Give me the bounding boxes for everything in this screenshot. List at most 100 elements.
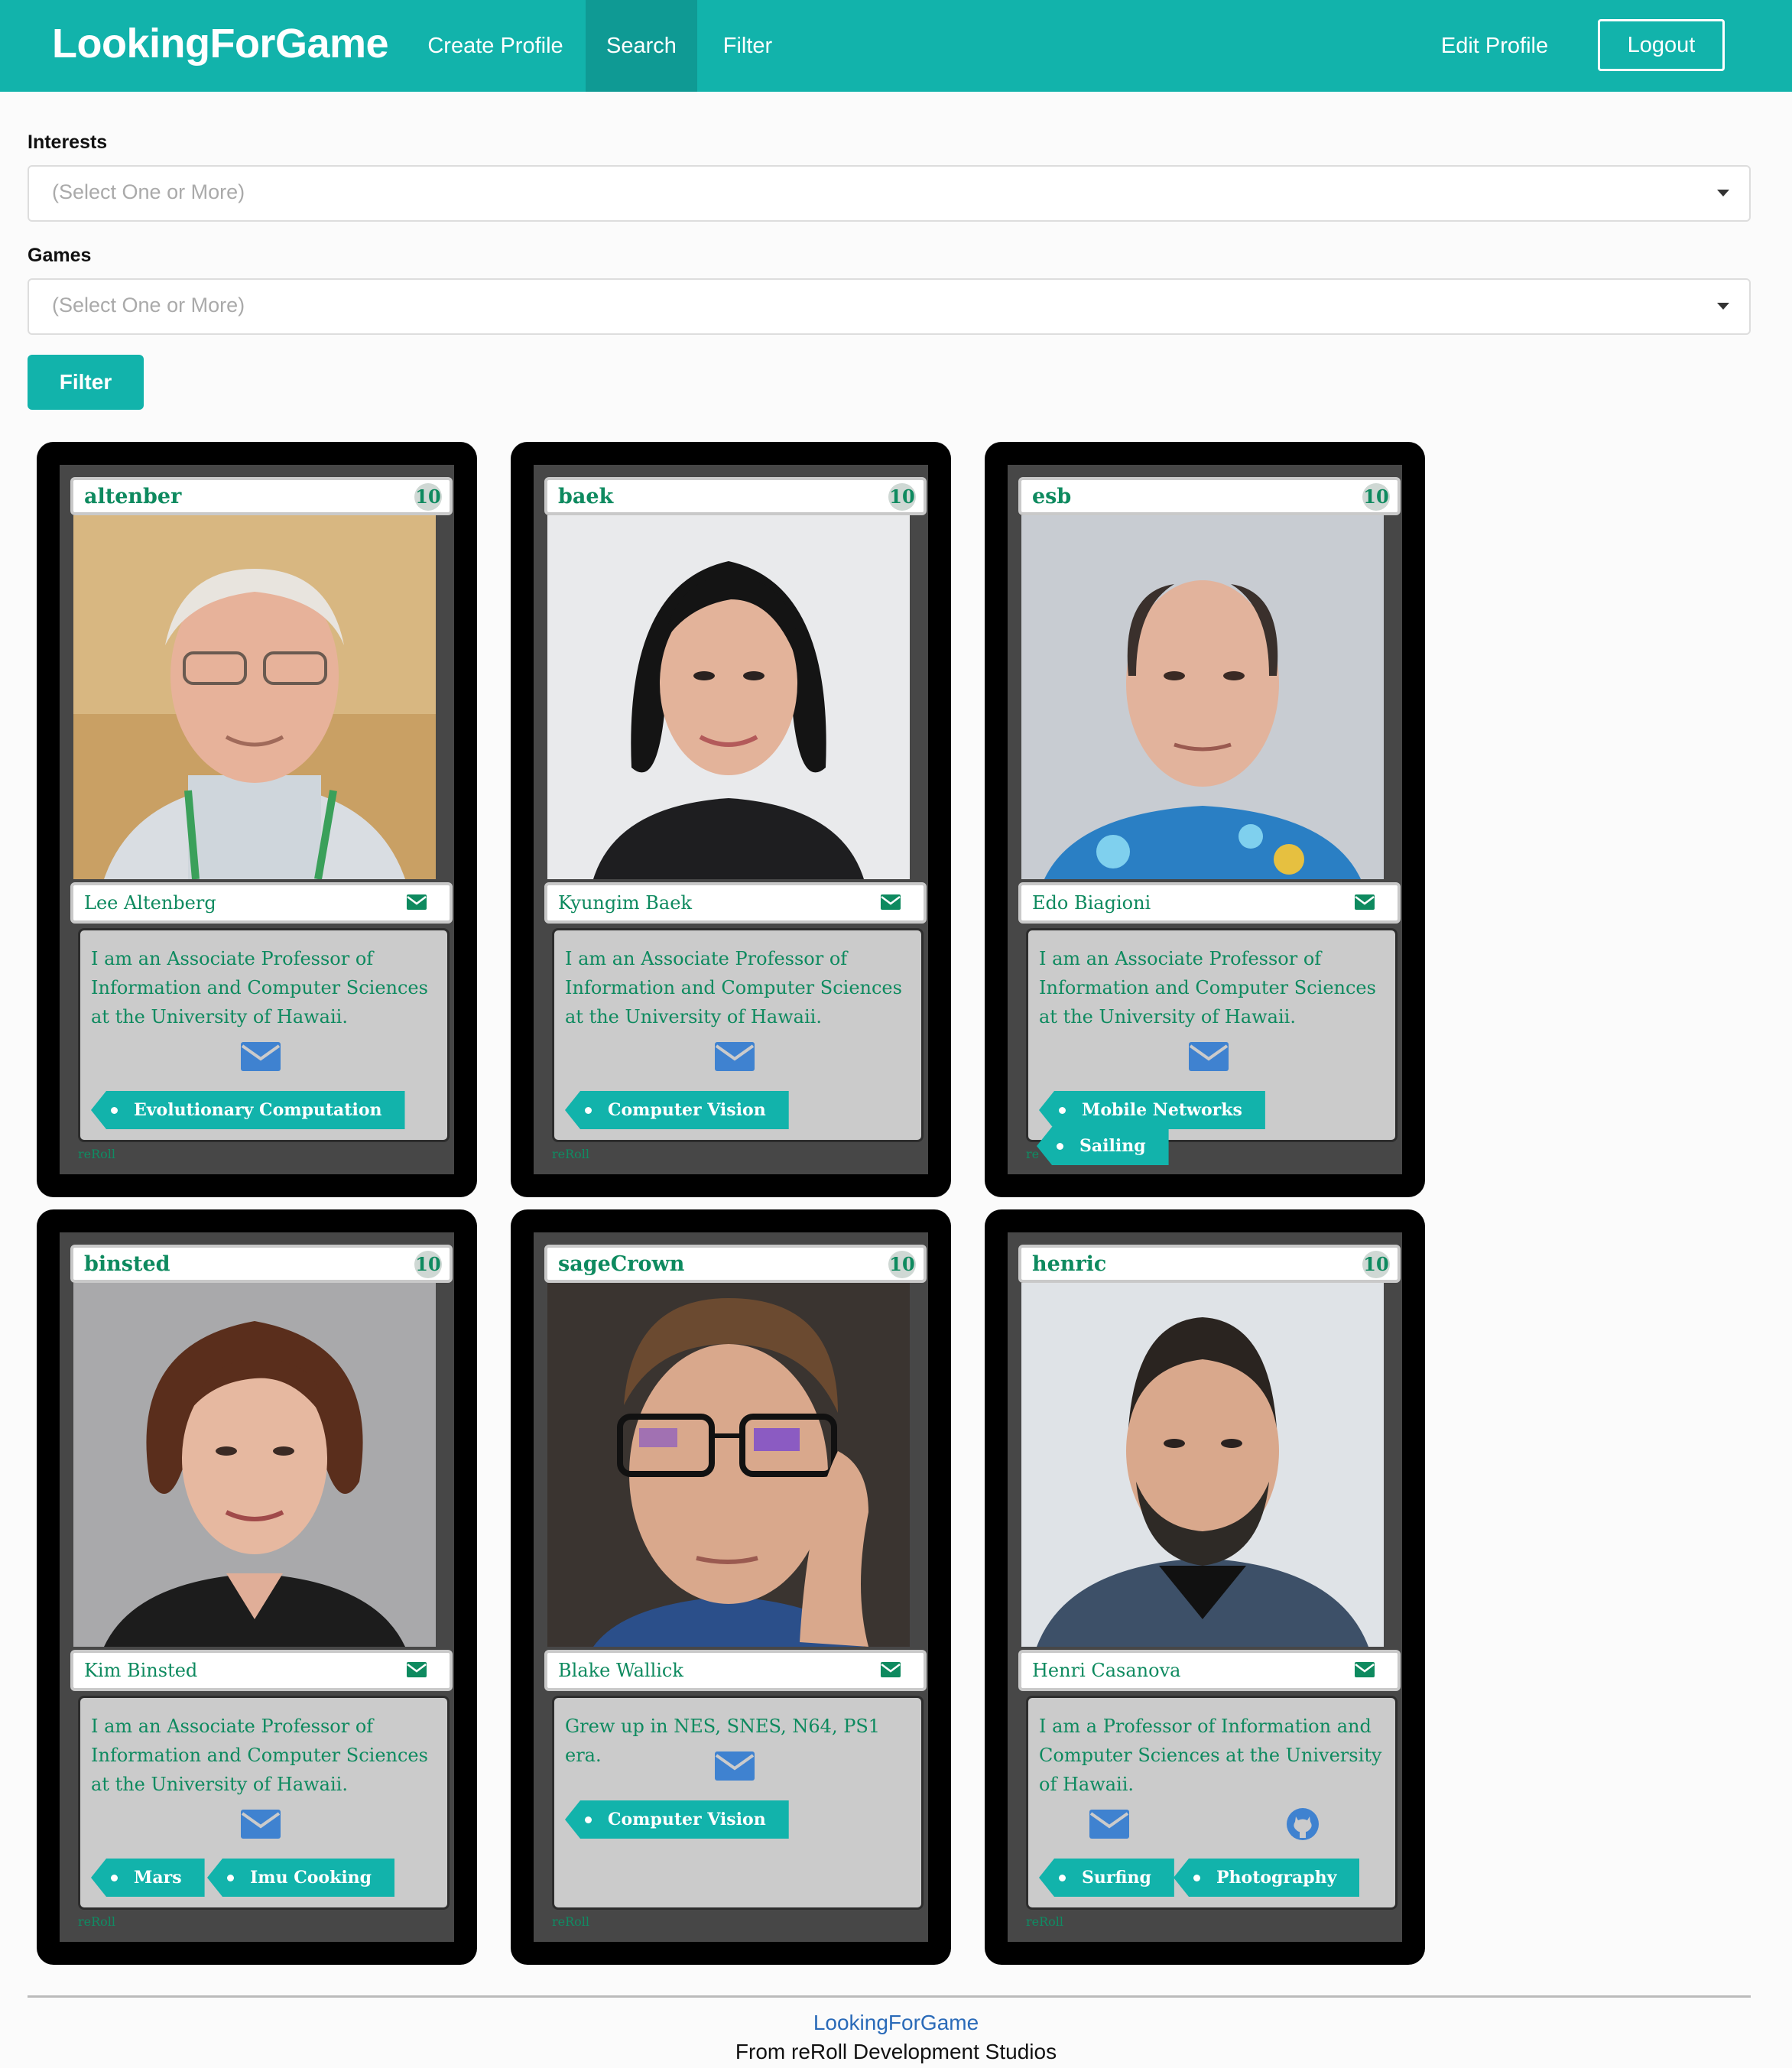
interest-tag[interactable]: Sailing	[1037, 1127, 1169, 1165]
chevron-down-icon	[1717, 303, 1729, 310]
interests-label: Interests	[28, 131, 108, 153]
card-full-name: Edo Biagioni	[1032, 892, 1151, 914]
interest-tag[interactable]: Mars	[91, 1859, 205, 1897]
interest-tag[interactable]: Mobile Networks	[1039, 1091, 1265, 1129]
profile-card: baek 10 Kyungim Baek I am an Associate P…	[511, 442, 951, 1197]
envelope-icon[interactable]	[241, 1042, 281, 1071]
profile-card: binsted 10 Kim Binsted I am an Associate…	[37, 1209, 477, 1965]
envelope-icon[interactable]	[1355, 894, 1375, 910]
envelope-icon[interactable]	[1089, 1810, 1129, 1839]
card-name-bar: Lee Altenberg	[70, 882, 453, 924]
card-level-badge: 10	[1362, 1251, 1390, 1278]
footer-brand-link[interactable]: LookingForGame	[0, 2011, 1792, 2035]
envelope-icon[interactable]	[407, 894, 427, 910]
nav-create-profile[interactable]: Create Profile	[413, 0, 578, 92]
reroll-watermark: reRoll	[1026, 1914, 1064, 1929]
interests-select[interactable]: (Select One or More)	[28, 165, 1751, 222]
card-bio-box: I am a Professor of Information and Comp…	[1026, 1696, 1398, 1910]
filter-button[interactable]: Filter	[28, 355, 144, 410]
card-title-bar: henric 10	[1018, 1245, 1401, 1283]
interest-tag[interactable]: Imu Cooking	[207, 1859, 395, 1897]
interest-tag[interactable]: Photography	[1174, 1859, 1360, 1897]
profile-photo	[73, 1283, 436, 1647]
card-bio-box: I am an Associate Professor of Informati…	[552, 928, 924, 1142]
games-label: Games	[28, 245, 92, 266]
card-level-badge: 10	[888, 1251, 916, 1278]
interest-tag[interactable]: Surfing	[1039, 1859, 1174, 1897]
reroll-watermark: reRoll	[552, 1147, 590, 1161]
card-username: binsted	[84, 1252, 170, 1276]
card-level-badge: 10	[414, 1251, 442, 1278]
card-username: sageCrown	[558, 1252, 685, 1276]
nav-filter[interactable]: Filter	[705, 0, 790, 92]
card-bio-box: Grew up in NES, SNES, N64, PS1 era. Comp…	[552, 1696, 924, 1910]
reroll-watermark: re	[1026, 1147, 1040, 1161]
games-select[interactable]: (Select One or More)	[28, 278, 1751, 335]
card-title-bar: sageCrown 10	[544, 1245, 927, 1283]
card-bio: I am a Professor of Information and Comp…	[1039, 1716, 1382, 1795]
envelope-icon[interactable]	[715, 1751, 755, 1781]
footer-divider	[28, 1995, 1751, 1998]
card-title-bar: esb 10	[1018, 477, 1401, 515]
profile-photo	[73, 515, 436, 879]
card-name-bar: Kim Binsted	[70, 1650, 453, 1691]
card-name-bar: Edo Biagioni	[1018, 882, 1401, 924]
card-title-bar: altenber 10	[70, 477, 453, 515]
footer-subtitle: From reRoll Development Studios	[735, 2040, 1057, 2063]
nav-search[interactable]: Search	[586, 0, 697, 92]
card-bio-box: I am an Associate Professor of Informati…	[78, 928, 450, 1142]
card-username: henric	[1032, 1252, 1107, 1276]
card-level-badge: 10	[1362, 483, 1390, 511]
profile-card: esb 10 Edo Biagioni I am an Associate Pr…	[985, 442, 1425, 1197]
card-full-name: Kyungim Baek	[558, 892, 692, 914]
profile-card: sageCrown 10 Blake Wallick Grew up in NE…	[511, 1209, 951, 1965]
profile-card: henric 10 Henri Casanova I am a Professo…	[985, 1209, 1425, 1965]
envelope-icon[interactable]	[1355, 1662, 1375, 1677]
envelope-icon[interactable]	[241, 1810, 281, 1839]
interests-placeholder: (Select One or More)	[52, 180, 245, 203]
card-bio-box: I am an Associate Professor of Informati…	[1026, 928, 1398, 1142]
profile-photo	[547, 1283, 910, 1647]
reroll-watermark: reRoll	[552, 1914, 590, 1929]
envelope-icon[interactable]	[881, 894, 901, 910]
envelope-icon[interactable]	[881, 1662, 901, 1677]
navbar: LookingForGame Create Profile Search Fil…	[0, 0, 1792, 92]
card-bio: I am an Associate Professor of Informati…	[91, 948, 428, 1028]
card-level-badge: 10	[414, 483, 442, 511]
card-name-bar: Blake Wallick	[544, 1650, 927, 1691]
logout-button[interactable]: Logout	[1598, 19, 1725, 71]
profile-photo	[1021, 1283, 1384, 1647]
envelope-icon[interactable]	[715, 1042, 755, 1071]
card-full-name: Blake Wallick	[558, 1660, 683, 1681]
card-bio: I am an Associate Professor of Informati…	[565, 948, 902, 1028]
reroll-watermark: reRoll	[78, 1147, 116, 1161]
card-level-badge: 10	[888, 483, 916, 511]
nav-edit-profile[interactable]: Edit Profile	[1430, 0, 1560, 92]
games-placeholder: (Select One or More)	[52, 294, 245, 317]
card-full-name: Kim Binsted	[84, 1660, 198, 1681]
profile-card: altenber 10 Lee Altenberg I am an Associ…	[37, 442, 477, 1197]
github-icon[interactable]	[1285, 1807, 1320, 1842]
card-title-bar: baek 10	[544, 477, 927, 515]
interest-tag[interactable]: Computer Vision	[565, 1800, 789, 1839]
chevron-down-icon	[1717, 190, 1729, 196]
interest-tag[interactable]: Computer Vision	[565, 1091, 789, 1129]
card-username: esb	[1032, 485, 1072, 508]
envelope-icon[interactable]	[1189, 1042, 1229, 1071]
card-full-name: Lee Altenberg	[84, 892, 216, 914]
reroll-watermark: reRoll	[78, 1914, 116, 1929]
card-full-name: Henri Casanova	[1032, 1660, 1181, 1681]
profile-photo	[1021, 515, 1384, 879]
card-title-bar: binsted 10	[70, 1245, 453, 1283]
card-name-bar: Henri Casanova	[1018, 1650, 1401, 1691]
card-name-bar: Kyungim Baek	[544, 882, 927, 924]
card-bio: I am an Associate Professor of Informati…	[91, 1716, 428, 1795]
card-bio: I am an Associate Professor of Informati…	[1039, 948, 1376, 1028]
card-bio-box: I am an Associate Professor of Informati…	[78, 1696, 450, 1910]
card-username: baek	[558, 485, 614, 508]
brand-logo[interactable]: LookingForGame	[52, 20, 389, 67]
card-username: altenber	[84, 485, 182, 508]
profile-photo	[547, 515, 910, 879]
interest-tag[interactable]: Evolutionary Computation	[91, 1091, 405, 1129]
envelope-icon[interactable]	[407, 1662, 427, 1677]
